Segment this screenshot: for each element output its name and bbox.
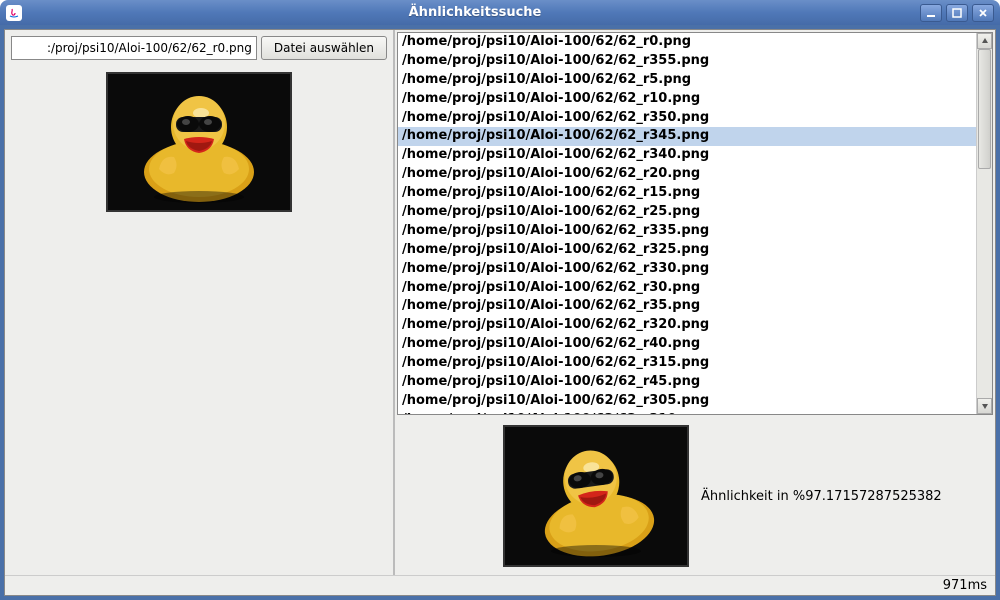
elapsed-time: 971ms: [943, 578, 987, 593]
result-item[interactable]: /home/proj/psi10/Aloi-100/62/62_r40.png: [398, 335, 976, 354]
close-button[interactable]: [972, 4, 994, 22]
result-item[interactable]: /home/proj/psi10/Aloi-100/62/62_r310.png: [398, 411, 976, 414]
results-list[interactable]: /home/proj/psi10/Aloi-100/62/62_r0.png/h…: [398, 33, 976, 414]
scroll-up-arrow[interactable]: [977, 33, 992, 49]
result-item[interactable]: /home/proj/psi10/Aloi-100/62/62_r305.png: [398, 392, 976, 411]
result-item[interactable]: /home/proj/psi10/Aloi-100/62/62_r30.png: [398, 279, 976, 298]
result-item[interactable]: /home/proj/psi10/Aloi-100/62/62_r0.png: [398, 33, 976, 52]
choose-file-button[interactable]: Datei auswählen: [261, 36, 387, 60]
results-list-container: /home/proj/psi10/Aloi-100/62/62_r0.png/h…: [397, 32, 993, 415]
file-chooser-row: Datei auswählen: [11, 36, 387, 60]
result-item[interactable]: /home/proj/psi10/Aloi-100/62/62_r15.png: [398, 184, 976, 203]
result-item[interactable]: /home/proj/psi10/Aloi-100/62/62_r45.png: [398, 373, 976, 392]
query-image-preview: [106, 72, 292, 212]
java-app-icon: [6, 5, 22, 21]
result-item[interactable]: /home/proj/psi10/Aloi-100/62/62_r350.png: [398, 109, 976, 128]
result-item[interactable]: /home/proj/psi10/Aloi-100/62/62_r25.png: [398, 203, 976, 222]
minimize-button[interactable]: [920, 4, 942, 22]
result-item[interactable]: /home/proj/psi10/Aloi-100/62/62_r330.png: [398, 260, 976, 279]
maximize-button[interactable]: [946, 4, 968, 22]
result-item[interactable]: /home/proj/psi10/Aloi-100/62/62_r335.png: [398, 222, 976, 241]
scroll-down-arrow[interactable]: [977, 398, 992, 414]
similarity-label: Ähnlichkeit in %97.17157287525382: [701, 489, 942, 504]
window-body: Datei auswählen: [0, 25, 1000, 600]
result-item[interactable]: /home/proj/psi10/Aloi-100/62/62_r320.png: [398, 316, 976, 335]
scroll-thumb[interactable]: [978, 49, 991, 169]
result-item[interactable]: /home/proj/psi10/Aloi-100/62/62_r345.png: [398, 127, 976, 146]
right-pane: /home/proj/psi10/Aloi-100/62/62_r0.png/h…: [395, 30, 995, 575]
status-bar: 971ms: [5, 575, 995, 595]
result-item[interactable]: /home/proj/psi10/Aloi-100/62/62_r20.png: [398, 165, 976, 184]
vertical-scrollbar[interactable]: [976, 33, 992, 414]
result-item[interactable]: /home/proj/psi10/Aloi-100/62/62_r355.png: [398, 52, 976, 71]
result-item[interactable]: /home/proj/psi10/Aloi-100/62/62_r35.png: [398, 297, 976, 316]
selected-result-row: Ähnlichkeit in %97.17157287525382: [395, 417, 995, 575]
titlebar: Ähnlichkeitssuche: [0, 0, 1000, 25]
split-pane: Datei auswählen: [5, 30, 995, 575]
result-item[interactable]: /home/proj/psi10/Aloi-100/62/62_r315.png: [398, 354, 976, 373]
result-item[interactable]: /home/proj/psi10/Aloi-100/62/62_r340.png: [398, 146, 976, 165]
result-item[interactable]: /home/proj/psi10/Aloi-100/62/62_r5.png: [398, 71, 976, 90]
selected-result-image: [503, 425, 689, 567]
left-pane: Datei auswählen: [5, 30, 395, 575]
file-path-input[interactable]: [11, 36, 257, 60]
result-item[interactable]: /home/proj/psi10/Aloi-100/62/62_r325.png: [398, 241, 976, 260]
content-area: Datei auswählen: [4, 29, 996, 596]
result-item[interactable]: /home/proj/psi10/Aloi-100/62/62_r10.png: [398, 90, 976, 109]
window-title: Ähnlichkeitssuche: [30, 5, 920, 20]
